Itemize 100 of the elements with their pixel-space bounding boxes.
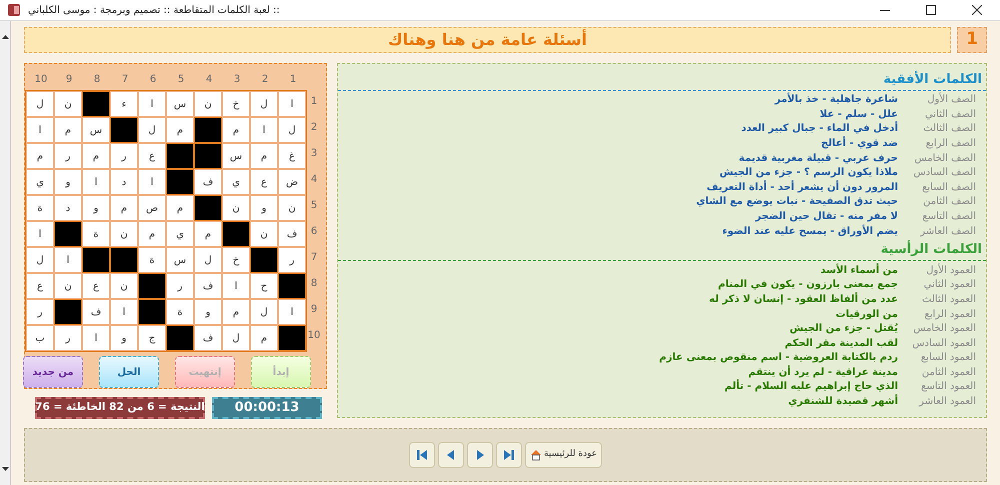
letter-cell[interactable]: ل	[138, 117, 166, 143]
letter-cell[interactable]: ن	[222, 195, 250, 221]
letter-cell[interactable]: ي	[166, 221, 194, 247]
letter-cell[interactable]: ف	[194, 169, 222, 195]
letter-cell[interactable]: س	[82, 117, 110, 143]
letter-cell[interactable]: ف	[194, 325, 222, 351]
letter-cell[interactable]: س	[166, 91, 194, 117]
scrollbar[interactable]	[0, 21, 11, 485]
letter-cell[interactable]: ر	[54, 325, 82, 351]
letter-cell[interactable]: و	[54, 169, 82, 195]
letter-cell[interactable]: ا	[54, 247, 82, 273]
letter-cell[interactable]: ل	[194, 247, 222, 273]
letter-cell[interactable]: خ	[222, 247, 250, 273]
letter-cell[interactable]: م	[166, 195, 194, 221]
letter-cell[interactable]: ن	[110, 221, 138, 247]
letter-cell[interactable]: و	[194, 299, 222, 325]
letter-cell[interactable]: م	[166, 117, 194, 143]
clue-text: لقب المدينة مقر الحكم	[784, 336, 898, 351]
letter-cell[interactable]: ف	[82, 299, 110, 325]
letter-cell[interactable]: س	[166, 247, 194, 273]
letter-cell[interactable]: ع	[138, 143, 166, 169]
letter-cell[interactable]: ل	[250, 91, 278, 117]
letter-cell[interactable]: ا	[110, 299, 138, 325]
letter-cell[interactable]: د	[54, 195, 82, 221]
letter-cell[interactable]: ر	[26, 299, 54, 325]
column-number: 6	[148, 73, 158, 87]
letter-cell[interactable]: ا	[82, 325, 110, 351]
clue-text: مدينة عراقية - لم يرد أن ينتقم	[748, 364, 898, 380]
letter-cell[interactable]: ح	[250, 273, 278, 299]
letter-cell[interactable]: ء	[110, 91, 138, 117]
letter-cell[interactable]: ا	[278, 299, 306, 325]
letter-cell[interactable]: ر	[278, 247, 306, 273]
letter-cell[interactable]: و	[82, 195, 110, 221]
letter-cell[interactable]: م	[250, 143, 278, 169]
letter-cell[interactable]: ي	[26, 169, 54, 195]
letter-cell[interactable]: ن	[54, 273, 82, 299]
letter-cell[interactable]: م	[54, 117, 82, 143]
letter-cell[interactable]: ل	[222, 325, 250, 351]
letter-cell[interactable]: ص	[138, 195, 166, 221]
scroll-up-icon	[2, 35, 8, 39]
action-button[interactable]: من جديد	[23, 356, 83, 388]
letter-cell[interactable]: د	[110, 169, 138, 195]
letter-cell[interactable]: خ	[222, 91, 250, 117]
column-number: 1	[288, 73, 298, 87]
letter-cell[interactable]: ن	[54, 91, 82, 117]
letter-cell[interactable]: ا	[26, 221, 54, 247]
letter-cell[interactable]: م	[250, 325, 278, 351]
letter-cell[interactable]: ر	[110, 143, 138, 169]
letter-cell[interactable]: ل	[278, 117, 306, 143]
clue-text: حيث تدق الصفيحة - نبات يوضع مع الشاي	[696, 195, 898, 210]
action-button[interactable]: الحل	[99, 356, 159, 388]
letter-cell[interactable]: م	[110, 195, 138, 221]
letter-cell[interactable]: م	[26, 143, 54, 169]
letter-cell[interactable]: ة	[166, 299, 194, 325]
letter-cell[interactable]: ا	[250, 117, 278, 143]
letter-cell[interactable]: ن	[110, 273, 138, 299]
letter-cell[interactable]: ن	[250, 221, 278, 247]
row-number: 8	[310, 277, 318, 291]
first-button[interactable]	[408, 442, 435, 468]
letter-cell[interactable]: ا	[138, 91, 166, 117]
home-button[interactable]: عودة للرئيسية	[524, 442, 602, 468]
letter-cell[interactable]: ر	[54, 143, 82, 169]
letter-cell[interactable]: ع	[26, 273, 54, 299]
letter-cell[interactable]: و	[250, 195, 278, 221]
letter-cell[interactable]: ع	[250, 169, 278, 195]
letter-cell[interactable]: ل	[26, 247, 54, 273]
letter-cell[interactable]: ا	[278, 91, 306, 117]
letter-cell[interactable]: ا	[222, 273, 250, 299]
letter-cell[interactable]: ج	[138, 325, 166, 351]
letter-cell[interactable]: ل	[250, 299, 278, 325]
letter-cell[interactable]: ع	[82, 273, 110, 299]
letter-cell[interactable]: ر	[166, 273, 194, 299]
letter-cell[interactable]: ل	[26, 91, 54, 117]
letter-cell[interactable]: ض	[278, 169, 306, 195]
letter-cell[interactable]: ا	[138, 169, 166, 195]
letter-cell[interactable]: ف	[194, 273, 222, 299]
letter-cell[interactable]: م	[222, 299, 250, 325]
letter-cell[interactable]: م	[194, 221, 222, 247]
letter-cell[interactable]: غ	[278, 143, 306, 169]
letter-cell[interactable]: ب	[26, 325, 54, 351]
last-button[interactable]	[496, 442, 522, 468]
letter-cell[interactable]: م	[138, 221, 166, 247]
letter-cell[interactable]: ن	[278, 195, 306, 221]
letter-cell[interactable]: ا	[82, 169, 110, 195]
row-number: 2	[310, 121, 318, 135]
letter-cell[interactable]: ة	[26, 195, 54, 221]
row-number: 5	[310, 199, 318, 213]
letter-cell[interactable]: م	[82, 143, 110, 169]
letter-cell[interactable]: س	[222, 143, 250, 169]
letter-cell[interactable]: ا	[26, 117, 54, 143]
next-button[interactable]	[466, 442, 493, 468]
letter-cell[interactable]: و	[110, 325, 138, 351]
letter-cell[interactable]: ي	[222, 169, 250, 195]
letter-cell[interactable]: م	[222, 117, 250, 143]
previous-button[interactable]	[438, 442, 464, 468]
letter-cell[interactable]: ف	[278, 221, 306, 247]
letter-cell[interactable]: ن	[194, 91, 222, 117]
letter-cell[interactable]: ة	[82, 221, 110, 247]
column-number: 2	[260, 73, 270, 87]
letter-cell[interactable]: ة	[138, 247, 166, 273]
